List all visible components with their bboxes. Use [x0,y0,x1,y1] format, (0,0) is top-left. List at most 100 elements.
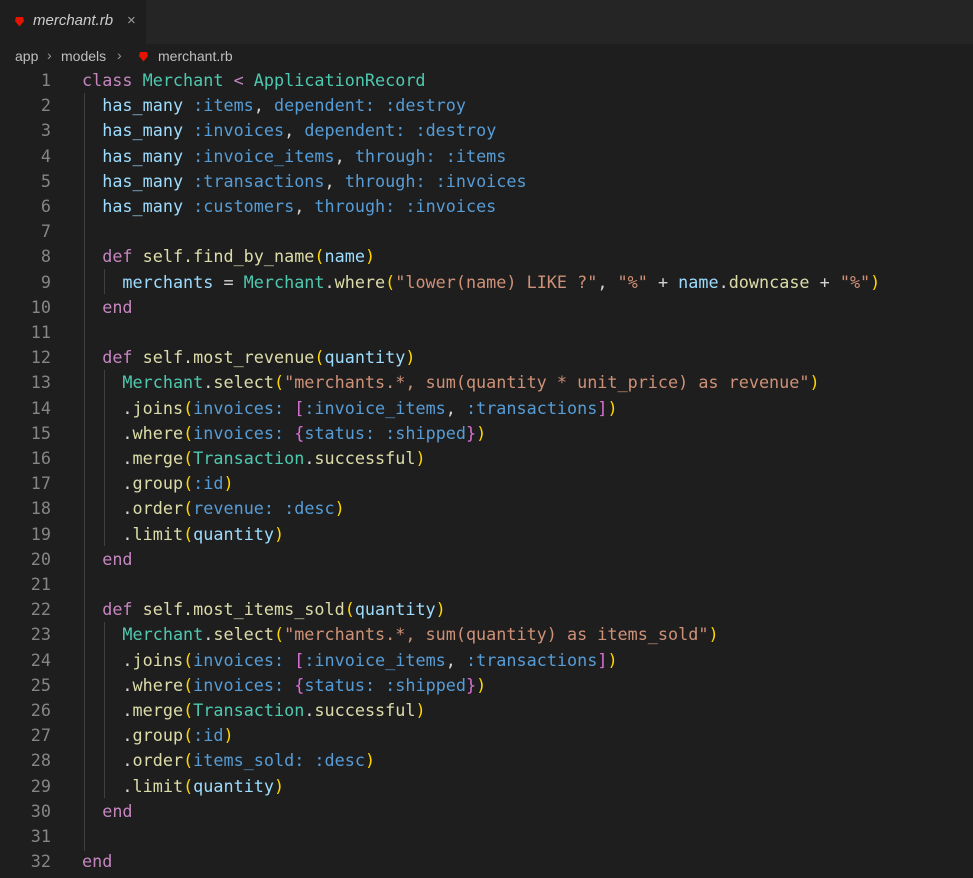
code-line[interactable]: 27 .group(:id) [0,723,973,748]
code-line[interactable]: 16 .merge(Transaction.successful) [0,446,973,471]
code-token: end [102,800,133,821]
code-line[interactable]: 13 Merchant.select("merchants.*, sum(qua… [0,370,973,395]
code-token: ApplicationRecord [253,70,426,90]
code-line[interactable]: 3 has_many :invoices, dependent: :destro… [0,118,973,143]
code-line[interactable]: 9 merchants = Merchant.where("lower(name… [0,270,973,295]
code-token: :items [193,95,254,116]
code-token: . [304,700,315,720]
code-token: . [203,372,214,393]
line-number: 16 [30,448,51,468]
code-text: .group(:id) [82,471,233,496]
tab-title: merchant.rb [33,12,114,29]
code-text: has_many :items, dependent: :destroy [82,93,466,118]
code-line[interactable]: 12 def self.most_revenue(quantity) [0,345,973,370]
code-token: ) [476,674,487,695]
code-line[interactable]: 21 [0,572,973,597]
code-editor[interactable]: 1 class Merchant < ApplicationRecord 2 has… [0,68,973,878]
code-line[interactable]: 23 Merchant.select("merchants.*, sum(qua… [0,622,973,647]
code-token: invoices: [193,422,285,443]
code-token: ( [344,599,355,620]
code-text: .merge(Transaction.successful) [82,698,425,723]
breadcrumb-item-models[interactable]: models [61,48,106,64]
code-line[interactable]: 17 .group(:id) [0,471,973,496]
code-token: ) [607,649,618,670]
close-icon[interactable]: × [127,12,136,30]
code-line[interactable]: 2 has_many :items, dependent: :destroy [0,93,973,118]
code-token: self.most_items_sold [142,599,345,620]
code-token: , [445,649,466,670]
code-token: , [294,196,315,216]
code-line[interactable]: 29 .limit(quantity) [0,774,973,799]
code-line[interactable]: 7 [0,219,973,244]
code-line[interactable]: 24 .joins(invoices: [:invoice_items, :tr… [0,648,973,673]
code-text: class Merchant < ApplicationRecord [82,68,426,93]
code-token: , [334,145,355,166]
line-number: 8 [40,246,51,267]
code-token: :id [193,725,224,746]
code-token: ) [415,448,426,468]
code-line[interactable]: 8 def self.find_by_name(name) [0,244,973,269]
code-line[interactable]: 31 [0,824,973,849]
code-line[interactable]: 30 end [0,799,973,824]
code-line[interactable]: 20 end [0,547,973,572]
code-token: . [82,422,133,443]
code-line[interactable]: 28 .order(items_sold: :desc) [0,748,973,773]
code-token: :customers [193,196,295,216]
code-line[interactable]: 14 .joins(invoices: [:invoice_items, :tr… [0,396,973,421]
code-line[interactable]: 10 end [0,295,973,320]
code-token: invoices: [193,674,285,695]
code-token: [ [294,397,305,418]
code-token: ] [597,397,608,418]
code-token: ) [870,271,881,292]
code-line[interactable]: 25 .where(invoices: {status: :shipped}) [0,673,973,698]
code-line[interactable]: 15 .where(invoices: {status: :shipped}) [0,421,973,446]
code-token: status: [304,674,376,695]
code-line[interactable]: 1 class Merchant < ApplicationRecord [0,68,973,93]
code-text: Merchant.select("merchants.*, sum(quanti… [82,370,819,395]
line-number: 25 [30,674,51,695]
code-token: group [132,725,184,746]
code-token: def [102,347,133,368]
code-token: = [213,271,244,292]
line-number: 3 [40,120,51,141]
code-token: name [324,246,365,267]
tab-bar: merchant.rb × [0,0,973,44]
code-line[interactable]: 4 has_many :invoice_items, through: :ite… [0,144,973,169]
code-line[interactable]: 11 [0,320,973,345]
code-token: Merchant [243,271,325,292]
code-token: self.most_revenue [142,347,315,368]
code-token: :transactions [466,397,598,418]
code-token: quantity [354,599,436,620]
code-token: } [466,422,477,443]
breadcrumb-item-app[interactable]: app [15,48,38,64]
code-token: ( [314,246,325,267]
code-token: Merchant [122,624,204,645]
code-token: limit [132,775,184,796]
code-line[interactable]: 19 .limit(quantity) [0,522,973,547]
code-line[interactable]: 32 end [0,849,973,874]
code-text: def self.find_by_name(name) [82,244,375,269]
code-line[interactable]: 5 has_many :transactions, through: :invo… [0,169,973,194]
breadcrumb-item-merchant-rb[interactable]: merchant.rb [158,48,233,64]
line-number: 19 [30,523,51,544]
tab-merchant-rb[interactable]: merchant.rb × [0,0,146,44]
code-line[interactable]: 18 .order(revenue: :desc) [0,496,973,521]
code-line[interactable]: 26 .merge(Transaction.successful) [0,698,973,723]
line-number: 15 [30,422,51,443]
code-token: group [132,473,184,494]
code-line[interactable]: 6 has_many :customers, through: :invoice… [0,194,973,219]
code-token: end [82,851,113,872]
code-token: ( [183,498,194,519]
code-line[interactable]: 22 def self.most_items_sold(quantity) [0,597,973,622]
